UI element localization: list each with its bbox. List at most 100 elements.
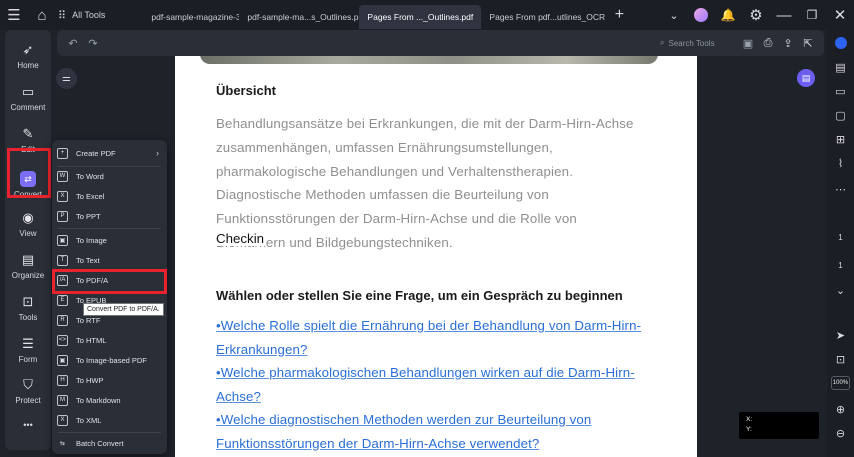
search-tools[interactable]: ⌕ Search Tools — [660, 30, 715, 56]
question-link[interactable]: •Welche diagnostischen Methoden werden z… — [216, 408, 676, 432]
menu-item-to-excel[interactable]: X To Excel — [52, 187, 167, 205]
question-link[interactable]: •Welche Rolle spielt die Ernährung bei d… — [216, 314, 676, 338]
ai-icon[interactable] — [827, 34, 854, 52]
menu-item-label: To HTML — [76, 335, 107, 345]
chevron-right-icon: › — [156, 148, 159, 158]
menu-divider — [58, 432, 161, 433]
sidebar-item-organize[interactable]: ▤ Organize — [5, 246, 51, 286]
image-pdf-icon: ▣ — [57, 354, 68, 366]
undo-icon[interactable]: ↶ — [63, 30, 83, 56]
print-icon[interactable]: ⎙ — [758, 30, 778, 56]
tab-pages-from-outlines[interactable]: Pages From ..._Outlines.pdf ✕ — [359, 5, 482, 29]
attachment-icon[interactable]: ⌇ — [827, 154, 854, 172]
left-sidebar: ➶ Home ▭ Comment ✎ Edit ⇄ Convert ◉ View… — [5, 30, 51, 450]
menu-item-to-hwp[interactable]: H To HWP — [52, 371, 167, 389]
home-icon[interactable]: ⌂ — [28, 0, 56, 30]
more-button[interactable]: ••• — [5, 414, 51, 436]
menu-item-to-xml[interactable]: X To XML — [52, 411, 167, 429]
menu-item-label: To Image-based PDF — [76, 355, 147, 365]
comment-panel-icon[interactable]: ▢ — [827, 106, 854, 124]
question-heading: Wählen oder stellen Sie eine Frage, um e… — [216, 288, 623, 303]
toolbar-actions: ▣ ⎙ ⇪ ⇱ — [738, 30, 818, 56]
tab-outlines[interactable]: pdf-sample-ma...s_Outlines.pdf * — [239, 5, 359, 29]
overlay-text[interactable]: Checkin — [216, 231, 266, 246]
tab-magazine[interactable]: pdf-sample-magazine-3.pdf — [115, 5, 239, 29]
layout-icon[interactable]: ▭ — [827, 82, 854, 100]
tab-pages-from-ocr[interactable]: Pages From pdf...utlines_OCR.pdf — [481, 5, 605, 29]
sidebar-item-label: Home — [17, 60, 39, 70]
paragraph-line: pharmakologische Behandlungen und Verhal… — [216, 163, 574, 179]
toolbox-icon: ⊡ — [22, 293, 34, 309]
main-toolbar: ↶ ↷ ⌕ Search Tools ▣ ⎙ ⇪ ⇱ — [57, 30, 824, 56]
sidebar-item-form[interactable]: ☰ Form — [5, 330, 51, 370]
ppt-icon: P — [57, 210, 68, 222]
grid-icon: ⠿ — [58, 9, 67, 22]
sidebar-item-view[interactable]: ◉ View — [5, 204, 51, 244]
search-icon: ⌕ — [660, 38, 665, 47]
convert-menu: + Create PDF › W To Word X To Excel P To… — [52, 140, 167, 454]
menu-item-label: To Excel — [76, 191, 105, 201]
menu-item-to-html[interactable]: <> To HTML — [52, 331, 167, 349]
batch-convert-icon: ⇆ — [59, 440, 66, 447]
add-tab-button[interactable]: + — [605, 0, 633, 30]
menu-item-to-text[interactable]: T To Text — [52, 251, 167, 269]
plus-icon: + — [614, 6, 625, 23]
chevron-down-icon[interactable]: ⌄ — [827, 281, 854, 299]
sidebar-item-label: Protect — [15, 395, 41, 405]
fit-icon[interactable]: ⊡ — [827, 350, 854, 368]
document-page: Übersicht Behandlungsansätze bei Erkrank… — [175, 56, 697, 457]
redo-icon[interactable]: ↷ — [83, 30, 103, 56]
zoom-in-icon[interactable]: ⊕ — [827, 400, 854, 418]
menu-item-to-word[interactable]: W To Word — [52, 167, 167, 185]
convert-highlight-frame — [7, 148, 51, 198]
sliders-icon[interactable]: ⚌ — [56, 68, 77, 89]
menu-item-label: To RTF — [76, 315, 101, 325]
cursor-icon[interactable]: ➤ — [827, 326, 854, 344]
grid-panel-icon[interactable]: ⊞ — [827, 130, 854, 148]
menu-item-label: To PPT — [76, 211, 101, 221]
menu-item-to-image[interactable]: ▣ To Image — [52, 231, 167, 249]
save-icon[interactable]: ▣ — [738, 30, 758, 56]
hamburger-menu-icon[interactable]: ☰ — [0, 0, 28, 30]
upload-icon[interactable]: ⇪ — [778, 30, 798, 56]
tab-label: pdf-sample-magazine-3.pdf — [151, 12, 240, 22]
avatar[interactable] — [694, 8, 708, 22]
sidebar-item-tools[interactable]: ⊡ Tools — [5, 288, 51, 328]
share-icon[interactable]: ⇱ — [798, 30, 818, 56]
sidebar-item-protect[interactable]: ⛉ Protect — [5, 371, 51, 411]
question-link[interactable]: Erkrankungen? — [216, 338, 676, 362]
question-link[interactable]: •Welche pharmakologischen Behandlungen w… — [216, 361, 676, 385]
menu-item-to-ppt[interactable]: P To PPT — [52, 207, 167, 225]
menu-item-to-markdown[interactable]: M To Markdown — [52, 391, 167, 409]
gear-icon[interactable]: ⚙ — [742, 0, 770, 30]
sidebar-item-comment[interactable]: ▭ Comment — [5, 78, 51, 118]
menu-item-batch-convert[interactable]: ⇆ Batch Convert — [52, 434, 167, 452]
bell-icon[interactable]: 🔔 — [714, 0, 742, 30]
tab-label: Pages From pdf...utlines_OCR.pdf — [489, 12, 606, 22]
paragraph: Behandlungsansätze bei Erkrankungen, die… — [216, 112, 676, 255]
sidebar-item-label: Organize — [11, 270, 45, 280]
menu-item-label: Create PDF — [76, 148, 116, 158]
properties-icon[interactable]: ▤ — [827, 58, 854, 76]
restore-icon[interactable]: ❐ — [798, 0, 826, 30]
zoom-out-icon[interactable]: ⊖ — [827, 424, 854, 442]
chevron-down-icon[interactable]: ⌄ — [660, 0, 688, 30]
tooltip: Convert PDF to PDF/A. — [83, 303, 164, 316]
question-link[interactable]: Achse? — [216, 385, 676, 409]
page-current[interactable]: 1 — [827, 228, 854, 246]
zoom-level[interactable]: 100% — [831, 376, 850, 390]
rocket-icon: ➶ — [22, 41, 34, 57]
menu-item-to-image-based-pdf[interactable]: ▣ To Image-based PDF — [52, 351, 167, 369]
menu-item-create-pdf[interactable]: + Create PDF › — [52, 144, 167, 162]
sidebar-item-label: Tools — [18, 312, 38, 322]
close-window-icon[interactable]: ✕ — [826, 0, 854, 30]
search-tools-label: Search Tools — [668, 38, 715, 48]
question-link[interactable]: Funktionsstörungen der Darm-Hirn-Achse v… — [216, 432, 676, 456]
xml-icon: X — [57, 414, 68, 426]
sidebar-item-home[interactable]: ➶ Home — [5, 36, 51, 76]
page-image — [200, 56, 658, 64]
more-icon[interactable]: ⋯ — [827, 180, 854, 198]
ai-assistant-icon[interactable]: ▤ — [797, 69, 815, 87]
minimize-icon[interactable]: — — [770, 0, 798, 30]
all-tools-button[interactable]: ⠿ All Tools — [56, 0, 115, 30]
